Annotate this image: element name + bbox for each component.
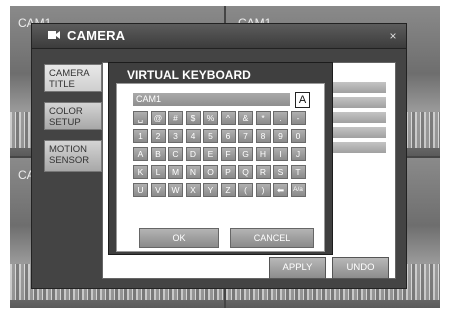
keyboard-key[interactable]: ⬅ [273, 183, 288, 197]
keyboard-key[interactable]: A [133, 147, 148, 161]
keyboard-key[interactable]: 3 [168, 129, 183, 143]
keyboard-key[interactable]: 6 [220, 129, 236, 143]
keyboard-key[interactable]: K [133, 165, 148, 179]
keyboard-key[interactable]: Z [220, 183, 236, 197]
keyboard-key[interactable]: B [150, 147, 166, 161]
tab-motion-sensor[interactable]: MOTION SENSOR [44, 140, 102, 172]
keyboard-key[interactable]: # [168, 111, 183, 125]
cancel-button[interactable]: CANCEL [230, 228, 314, 248]
tab-label: MOTION SENSOR [49, 144, 90, 166]
keyboard-key[interactable]: ( [238, 183, 253, 197]
keyboard-key[interactable]: M [168, 165, 183, 179]
keyboard-key[interactable]: D [185, 147, 201, 161]
keyboard-key[interactable]: . [273, 111, 288, 125]
dialog-header: CAMERA × [32, 24, 406, 49]
keyboard-key[interactable]: 7 [238, 129, 253, 143]
keyboard-key[interactable]: N [185, 165, 201, 179]
close-button[interactable]: × [386, 29, 400, 43]
text-input[interactable]: CAM1 [133, 93, 290, 106]
virtual-keyboard-dialog: VIRTUAL KEYBOARD CAM1 A ␣ @ # $% ^ & *. - 1 2 3 4 5 6… [108, 62, 333, 255]
camera-icon [48, 31, 60, 39]
case-mode-indicator: A [295, 92, 310, 108]
keyboard-key[interactable]: * [255, 111, 271, 125]
keyboard-key[interactable]: 0 [290, 129, 306, 143]
keyboard-key[interactable]: W [168, 183, 183, 197]
keyboard-key[interactable]: P [220, 165, 236, 179]
keyboard-key[interactable]: 9 [273, 129, 288, 143]
keyboard-key[interactable]: ␣ [133, 111, 148, 125]
keyboard-key[interactable]: E [203, 147, 218, 161]
apply-button[interactable]: APPLY [269, 257, 326, 279]
keyboard-key[interactable]: 2 [150, 129, 166, 143]
keyboard-key[interactable]: @ [150, 111, 166, 125]
keyboard-key[interactable]: J [290, 147, 306, 161]
keyboard-key[interactable]: H [255, 147, 271, 161]
keyboard-key[interactable]: Y [203, 183, 218, 197]
keyboard-key[interactable]: L [150, 165, 166, 179]
title-field[interactable] [329, 97, 386, 108]
title-field[interactable] [329, 112, 386, 123]
keyboard-key[interactable]: Q [238, 165, 253, 179]
tab-camera-title[interactable]: CAMERA TITLE [44, 64, 102, 92]
keyboard-key[interactable]: ) [255, 183, 271, 197]
keyboard-key[interactable]: - [290, 111, 306, 125]
undo-button[interactable]: UNDO [332, 257, 389, 279]
keyboard-key[interactable]: % [203, 111, 218, 125]
dialog-title: CAMERA [67, 28, 126, 43]
keyboard-key[interactable]: ^ [220, 111, 236, 125]
keyboard-key[interactable]: F [220, 147, 236, 161]
ok-button[interactable]: OK [139, 228, 219, 248]
keyboard-key[interactable]: U [133, 183, 148, 197]
keyboard-key[interactable]: $ [185, 111, 201, 125]
keyboard-key[interactable]: R [255, 165, 271, 179]
keyboard-title: VIRTUAL KEYBOARD [127, 68, 251, 82]
keyboard-key[interactable]: V [150, 183, 166, 197]
tab-color-setup[interactable]: COLOR SETUP [44, 102, 102, 130]
keyboard-key[interactable]: C [168, 147, 183, 161]
keyboard-key[interactable]: S [273, 165, 288, 179]
tab-label: COLOR SETUP [49, 106, 83, 128]
keyboard-key[interactable]: I [273, 147, 288, 161]
keyboard-key[interactable]: 5 [203, 129, 218, 143]
title-field[interactable] [329, 142, 386, 153]
keyboard-key[interactable]: X [185, 183, 201, 197]
keyboard-panel: CAM1 A ␣ @ # $% ^ & *. -1 2 3 4 5 6 7 8 9 0 A B C D E F G H I J K L M… [116, 83, 325, 252]
keyboard-key[interactable]: O [203, 165, 218, 179]
title-field[interactable] [329, 82, 386, 93]
keyboard-key[interactable]: 1 [133, 129, 148, 143]
title-field[interactable] [329, 127, 386, 138]
keyboard-key[interactable]: A/a [290, 183, 306, 197]
keyboard-key[interactable]: & [238, 111, 253, 125]
keyboard-key[interactable]: 4 [185, 129, 201, 143]
keyboard-key[interactable]: G [238, 147, 253, 161]
keyboard-key[interactable]: T [290, 165, 306, 179]
tab-label: CAMERA TITLE [49, 68, 90, 90]
keyboard-key[interactable]: 8 [255, 129, 271, 143]
